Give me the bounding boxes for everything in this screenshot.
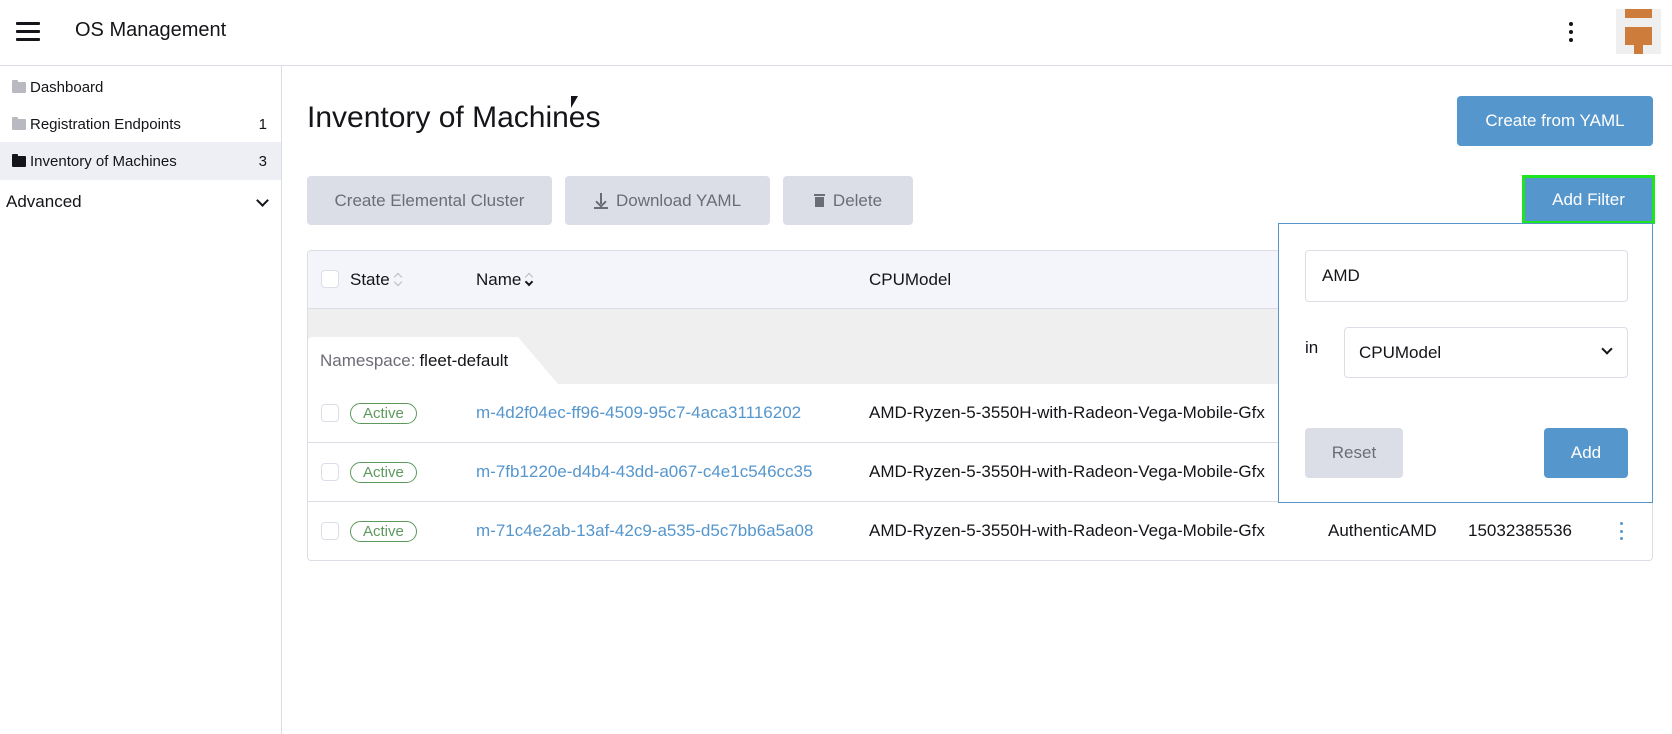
delete-button[interactable]: Delete (783, 176, 913, 225)
folder-icon (12, 116, 26, 130)
download-yaml-button[interactable]: Download YAML (565, 176, 770, 225)
sidebar-item-count: 3 (258, 152, 267, 170)
row-checkbox[interactable] (321, 463, 339, 481)
filter-field-select[interactable]: CPUModel (1344, 327, 1628, 378)
chevron-down-icon (256, 194, 269, 207)
memory-cell: 15032385536 (1468, 521, 1573, 540)
cpu-model-cell: AMD-Ryzen-5-3550H-with-Radeon-Vega-Mobil… (869, 403, 1265, 422)
cpu-model-cell: AMD-Ryzen-5-3550H-with-Radeon-Vega-Mobil… (869, 521, 1265, 540)
filter-popover: in CPUModel Reset Add (1278, 223, 1653, 503)
add-filter-button[interactable]: Add Filter (1522, 175, 1655, 224)
folder-icon (12, 153, 26, 167)
create-elemental-cluster-button[interactable]: Create Elemental Cluster (307, 176, 552, 225)
sidebar-item-label: Dashboard (30, 78, 104, 96)
folder-icon (12, 79, 26, 93)
row-actions-icon[interactable] (1618, 522, 1624, 540)
column-header-name[interactable]: Name (476, 251, 534, 309)
page-title: Inventory of Machines (307, 101, 601, 134)
cpu-vendor-cell: AuthenticAMD (1328, 521, 1437, 540)
column-header-state[interactable]: State (350, 251, 403, 309)
machine-name-link[interactable]: m-7fb1220e-d4b4-43dd-a067-c4e1c546cc35 (476, 443, 812, 501)
chevron-down-icon (1601, 343, 1613, 355)
sidebar-group-label: Advanced (6, 192, 82, 211)
filter-value-input[interactable] (1305, 250, 1628, 302)
sidebar-item-inventory-of-machines[interactable]: Inventory of Machines 3 (0, 142, 281, 180)
hamburger-icon[interactable] (16, 22, 40, 42)
button-label: Download YAML (615, 190, 742, 210)
column-label: State (350, 270, 390, 289)
sidebar-item-label: Inventory of Machines (30, 152, 177, 170)
download-icon (593, 192, 608, 209)
create-from-yaml-button[interactable]: Create from YAML (1457, 96, 1653, 146)
cpu-model-cell: AMD-Ryzen-5-3550H-with-Radeon-Vega-Mobil… (869, 462, 1265, 481)
sidebar-item-dashboard[interactable]: Dashboard (0, 68, 281, 106)
column-label: CPUModel (869, 270, 952, 289)
button-label: Delete (832, 190, 883, 210)
status-badge: Active (350, 461, 417, 483)
status-badge: Active (350, 520, 417, 542)
namespace-label: Namespace: (320, 350, 416, 370)
sidebar-group-advanced[interactable]: Advanced (0, 184, 281, 220)
sidebar-item-count: 1 (258, 115, 267, 133)
machine-name-link[interactable]: m-4d2f04ec-ff96-4509-95c7-4aca31116202 (476, 384, 801, 442)
sort-icon (393, 272, 403, 288)
filter-in-label: in (1305, 338, 1319, 357)
top-bar: OS Management (0, 0, 1672, 66)
app-title: OS Management (75, 19, 227, 41)
add-button[interactable]: Add (1544, 428, 1628, 478)
select-all-checkbox[interactable] (321, 270, 339, 288)
status-badge: Active (350, 402, 417, 424)
trash-icon (813, 194, 825, 207)
sidebar-item-label: Registration Endpoints (30, 115, 181, 133)
button-label: Create Elemental Cluster (334, 190, 525, 210)
avatar[interactable] (1616, 9, 1661, 54)
column-header-cpumodel[interactable]: CPUModel (869, 251, 951, 309)
sort-desc-icon (524, 272, 534, 288)
filter-field-selected: CPUModel (1359, 342, 1442, 362)
machine-name-link[interactable]: m-71c4e2ab-13af-42c9-a535-d5c7bb6a5a08 (476, 502, 813, 560)
row-checkbox[interactable] (321, 404, 339, 422)
mouse-cursor-icon (571, 96, 578, 108)
kebab-vertical-icon[interactable] (1563, 17, 1579, 47)
sidebar-item-registration-endpoints[interactable]: Registration Endpoints 1 (0, 105, 281, 143)
sidebar: Dashboard Registration Endpoints 1 Inven… (0, 66, 282, 734)
table-row: Active m-71c4e2ab-13af-42c9-a535-d5c7bb6… (308, 501, 1652, 559)
namespace-tab: Namespace: fleet-default (308, 337, 558, 384)
row-checkbox[interactable] (321, 522, 339, 540)
column-label: Name (476, 270, 522, 289)
namespace-value: fleet-default (419, 350, 509, 370)
reset-button[interactable]: Reset (1305, 428, 1403, 478)
